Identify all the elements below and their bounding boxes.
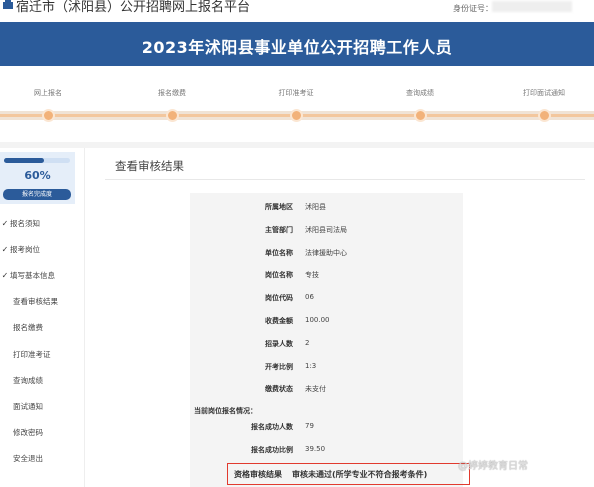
watermark: @婷婷教育日常 bbox=[458, 461, 528, 472]
detail-value: 沭阳县 bbox=[305, 203, 326, 211]
detail-value: 39.50 bbox=[305, 445, 326, 453]
review-detail-panel: 当前岗位报名情况： 所属地区 沭阳县主管部门 沭阳县司法局单位名称 法律援助中心岗位名… bbox=[190, 193, 463, 487]
step-payment[interactable]: 报名缴费 bbox=[122, 88, 222, 122]
sidebar-item-label: 报名缴费 bbox=[13, 323, 43, 333]
sidebar-menu: ✓ 报名须知 ✓ 报考岗位 ✓ 填写基本信息 查看审核结果 报名缴费 打印准考证 查询成绩 面试通知… bbox=[0, 210, 84, 472]
sidebar-item-label: 安全退出 bbox=[13, 454, 43, 464]
step-dot bbox=[165, 109, 179, 122]
detail-label: 所属地区 bbox=[265, 203, 293, 211]
sidebar-item-label: 修改密码 bbox=[13, 428, 43, 438]
sidebar-item-label: 打印准考证 bbox=[13, 349, 51, 359]
detail-row: 岗位名称 专技 bbox=[190, 270, 463, 287]
detail-label: 报名成功人数 bbox=[251, 423, 293, 431]
step-dot bbox=[289, 109, 303, 122]
step-print-admission[interactable]: 打印准考证 bbox=[246, 88, 346, 122]
detail-label: 报名成功比例 bbox=[251, 446, 293, 454]
step-dot bbox=[537, 109, 551, 122]
detail-value: 100.00 bbox=[305, 316, 330, 324]
section-heading: 当前岗位报名情况： bbox=[194, 407, 257, 415]
check-icon: ✓ bbox=[1, 244, 9, 254]
detail-label: 岗位代码 bbox=[265, 294, 293, 303]
page-banner: 2023年沭阳县事业单位公开招聘工作人员 bbox=[0, 22, 594, 66]
detail-label: 岗位名称 bbox=[265, 271, 293, 280]
sidebar-item-label: 查询成绩 bbox=[13, 375, 43, 385]
step-dot bbox=[413, 109, 427, 122]
review-result-value: 审核未通过(所学专业不符合报考条件) bbox=[292, 470, 428, 479]
page-title: 查看审核结果 bbox=[115, 159, 184, 173]
detail-row: 缴费状态 未支付 bbox=[190, 384, 463, 401]
detail-row: 主管部门 沭阳县司法局 bbox=[190, 225, 463, 242]
detail-label: 收费金额 bbox=[265, 317, 293, 325]
detail-value: 79 bbox=[305, 422, 314, 430]
detail-row: 招录人数 2 bbox=[190, 339, 463, 356]
sidebar-item[interactable]: ✓ 填写基本信息 bbox=[0, 262, 84, 288]
detail-value: 未支付 bbox=[305, 385, 326, 394]
sidebar-item-label: 报名须知 bbox=[10, 218, 40, 228]
detail-row: 报名成功人数 79 bbox=[190, 422, 463, 439]
detail-value: 1:3 bbox=[305, 361, 317, 370]
detail-label: 主管部门 bbox=[265, 225, 293, 234]
detail-value: 沭阳县司法局 bbox=[305, 225, 347, 234]
sidebar-item[interactable]: 面试通知 bbox=[0, 393, 84, 419]
sidebar-item-label: 面试通知 bbox=[13, 401, 43, 411]
detail-row: 岗位代码 06 bbox=[190, 293, 463, 310]
completion-progress-bar bbox=[4, 158, 70, 163]
detail-label: 缴费状态 bbox=[265, 385, 293, 394]
step-online-registration[interactable]: 网上报名 bbox=[0, 88, 98, 122]
sidebar-item[interactable]: 修改密码 bbox=[0, 420, 84, 446]
step-print-interview[interactable]: 打印面试通知 bbox=[494, 88, 594, 122]
sidebar: 60% 报名完成度 ✓ 报名须知 ✓ 报考岗位 ✓ 填写基本信息 查看审核结果 报名缴费 打印准… bbox=[0, 148, 85, 487]
detail-value: 06 bbox=[305, 293, 314, 302]
progress-stepper: 网上报名 报名缴费 打印准考证 查询成绩 打印面试通知 bbox=[0, 66, 594, 142]
site-title: 宿迁市（沭阳县）公开招聘网上报名平台 bbox=[16, 0, 251, 15]
id-number-redacted bbox=[492, 1, 572, 12]
sidebar-item-label: 查看审核结果 bbox=[13, 297, 58, 307]
sidebar-item-label: 报考岗位 bbox=[10, 244, 40, 254]
step-query-score[interactable]: 查询成绩 bbox=[370, 88, 470, 122]
top-bar: 宿迁市（沭阳县）公开招聘网上报名平台 身份证号： bbox=[0, 0, 594, 22]
sidebar-item[interactable]: ✓ 报名须知 bbox=[0, 210, 84, 236]
detail-value: 专技 bbox=[305, 271, 319, 280]
sidebar-item[interactable]: 查看审核结果 bbox=[0, 289, 84, 315]
detail-row: 报名成功比例 39.50 bbox=[190, 445, 463, 462]
completion-progress-fill bbox=[4, 158, 44, 163]
detail-row: 单位名称 法律援助中心 bbox=[190, 248, 463, 265]
completion-box: 60% 报名完成度 bbox=[0, 152, 75, 204]
detail-row: 开考比例 1:3 bbox=[190, 362, 463, 379]
sidebar-item[interactable]: 打印准考证 bbox=[0, 341, 84, 367]
detail-value: 法律援助中心 bbox=[305, 248, 347, 257]
title-underline bbox=[105, 179, 585, 180]
sidebar-item[interactable]: 安全退出 bbox=[0, 446, 84, 472]
detail-row: 所属地区 沭阳县 bbox=[190, 202, 463, 219]
step-dot bbox=[41, 109, 55, 122]
detail-label: 招录人数 bbox=[265, 339, 293, 348]
completion-percent: 60% bbox=[24, 169, 51, 182]
detail-label: 开考比例 bbox=[265, 362, 293, 371]
sidebar-item[interactable]: 查询成绩 bbox=[0, 367, 84, 393]
detail-value: 2 bbox=[305, 338, 310, 347]
id-number-label: 身份证号： bbox=[453, 4, 493, 13]
main-content: 查看审核结果 当前岗位报名情况： 所属地区 沭阳县主管部门 沭阳县司法局单位名称 法律… bbox=[85, 148, 594, 487]
detail-label: 单位名称 bbox=[265, 248, 293, 257]
sidebar-item-label: 填写基本信息 bbox=[10, 270, 55, 280]
review-result-box: 资格审核结果 审核未通过(所学专业不符合报考条件) bbox=[227, 463, 470, 485]
review-result-label: 资格审核结果 bbox=[234, 470, 282, 479]
completion-badge: 报名完成度 bbox=[3, 189, 71, 200]
check-icon: ✓ bbox=[1, 218, 9, 228]
building-logo-icon bbox=[3, 0, 13, 9]
sidebar-item[interactable]: ✓ 报考岗位 bbox=[0, 236, 84, 262]
detail-row: 收费金额 100.00 bbox=[190, 316, 463, 333]
sidebar-item[interactable]: 报名缴费 bbox=[0, 315, 84, 341]
check-icon: ✓ bbox=[1, 270, 9, 280]
banner-title: 2023年沭阳县事业单位公开招聘工作人员 bbox=[141, 38, 453, 57]
